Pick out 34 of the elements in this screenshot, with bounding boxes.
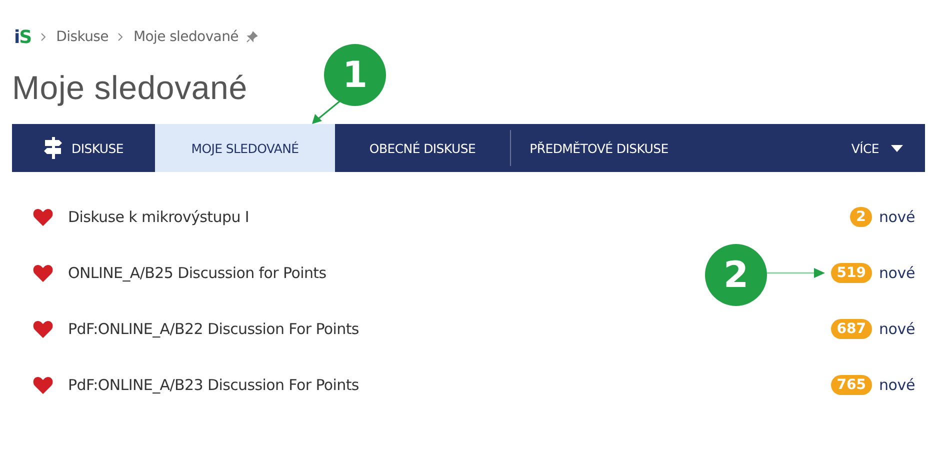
nav-tab[interactable]: OBECNÉ DISKUSE <box>335 130 511 166</box>
heart-icon[interactable] <box>33 208 53 226</box>
discussion-link[interactable]: ONLINE_A/B25 Discussion for Points <box>68 264 326 282</box>
count-badge: 765 <box>830 375 872 395</box>
chevron-icon <box>118 33 124 41</box>
callout-marker: 2 <box>705 244 767 306</box>
new-link[interactable]: nové <box>879 264 915 282</box>
discussion-link[interactable]: Diskuse k mikrovýstupu I <box>68 208 249 226</box>
signpost-icon <box>44 137 62 159</box>
heart-icon[interactable] <box>33 320 53 338</box>
discussion-link[interactable]: PdF:ONLINE_A/B23 Discussion For Points <box>68 376 359 394</box>
new-link[interactable]: nové <box>879 376 915 394</box>
caret-icon <box>891 144 903 152</box>
page-title: Moje sledované <box>12 69 248 108</box>
new-link[interactable]: nové <box>879 208 915 226</box>
nav-tab[interactable]: DISKUSE <box>12 124 155 172</box>
heart-icon[interactable] <box>33 376 53 394</box>
nav-tab[interactable]: PŘEDMĚTOVÉ DISKUSE <box>511 124 687 172</box>
heart-icon[interactable] <box>33 264 53 282</box>
callout-marker: 1 <box>324 44 386 106</box>
nav-tab[interactable]: MOJE SLEDOVANÉ <box>155 124 335 172</box>
pin-icon[interactable] <box>246 31 258 43</box>
more-menu[interactable]: VÍCE <box>851 124 925 172</box>
count-badge: 519 <box>830 263 872 283</box>
count-badge: 687 <box>830 319 872 339</box>
count-badge: 2 <box>850 207 872 227</box>
leader-line <box>767 268 825 278</box>
leader-line <box>312 100 340 124</box>
chevron-icon <box>41 33 46 41</box>
breadcrumb-link[interactable]: Diskuse <box>56 29 108 45</box>
discussion-link[interactable]: PdF:ONLINE_A/B22 Discussion For Points <box>68 320 359 338</box>
logo[interactable]: iS <box>14 26 32 48</box>
breadcrumb-link[interactable]: Moje sledované <box>133 29 238 45</box>
new-link[interactable]: nové <box>879 320 915 338</box>
